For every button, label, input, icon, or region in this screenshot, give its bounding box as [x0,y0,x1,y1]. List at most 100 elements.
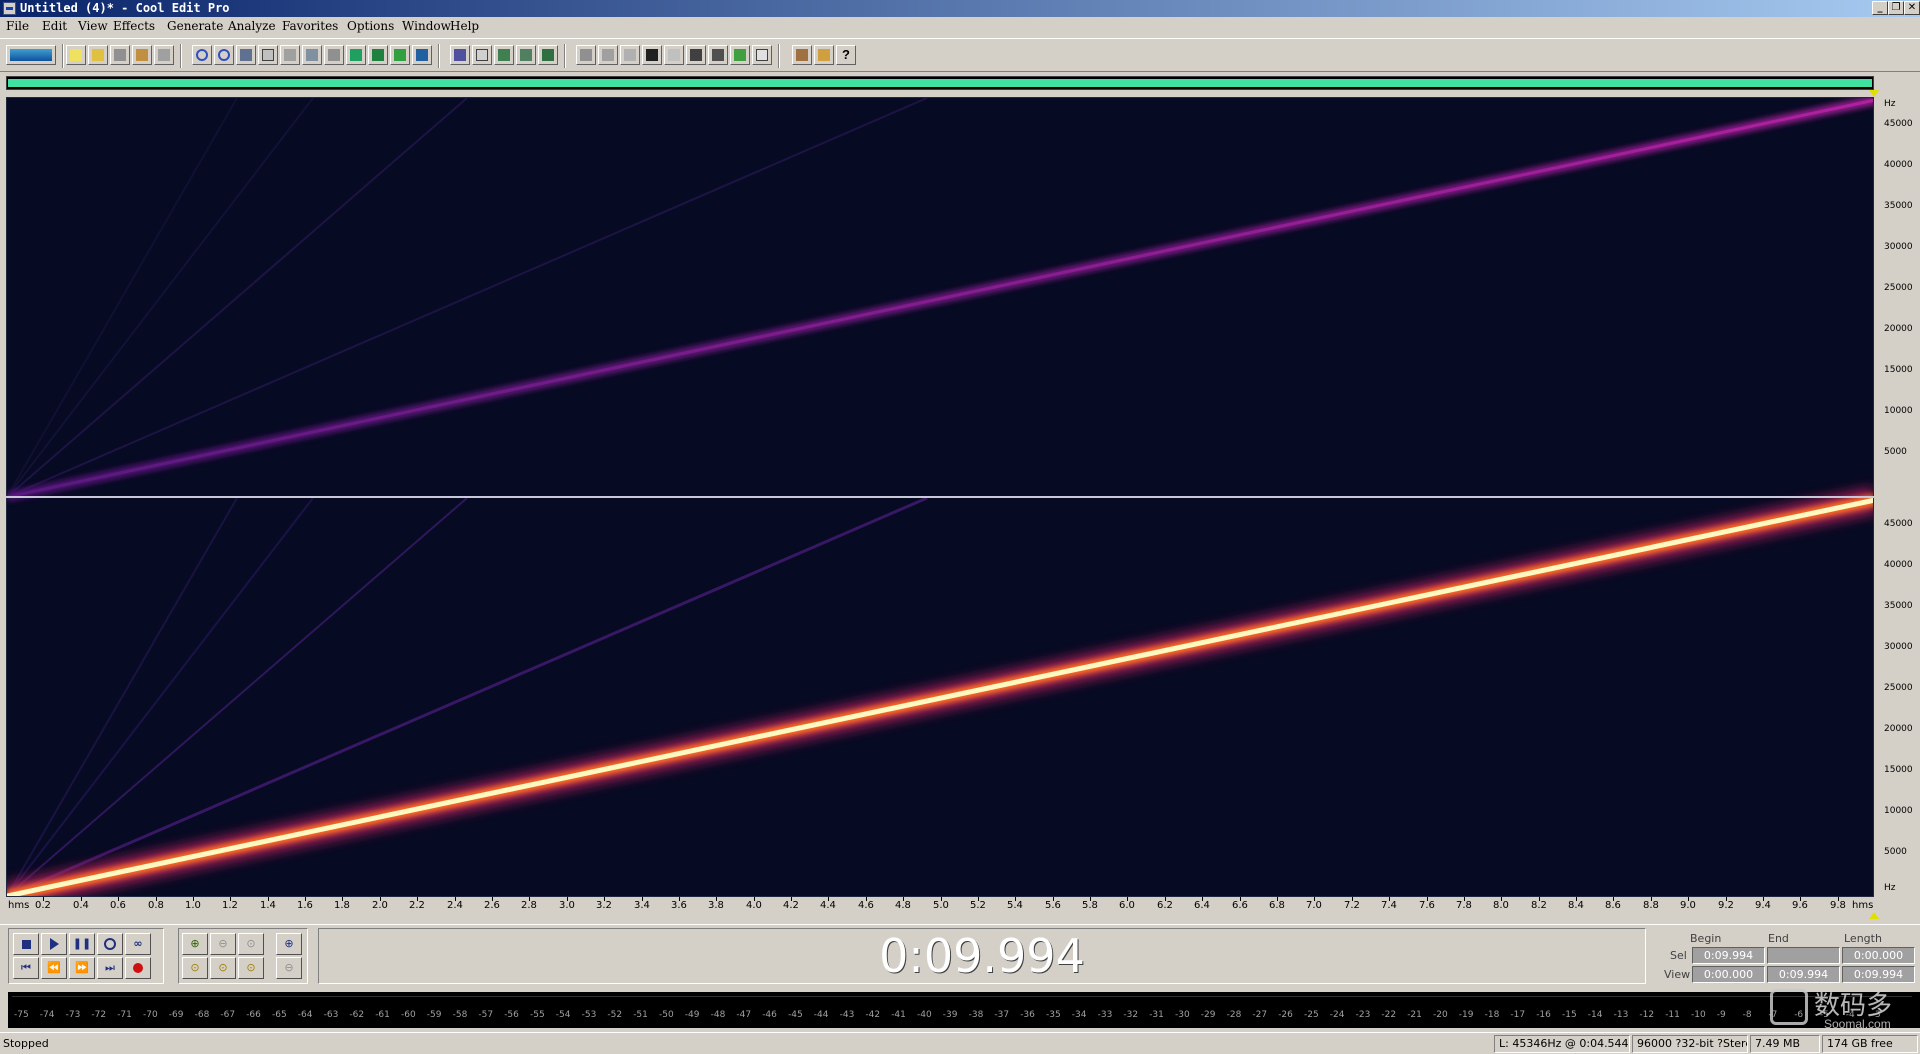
metronome-icon[interactable] [686,45,706,65]
zoom-icon[interactable] [664,45,684,65]
time-tick-label: 0.6 [110,900,126,911]
overview-range[interactable] [8,79,1872,87]
frequency-analysis-icon[interactable] [412,45,432,65]
mix-paste-icon[interactable] [346,45,366,65]
menu-help[interactable]: Help [450,17,479,36]
go-to-end-button[interactable]: ⏭ [97,957,123,979]
trim-icon[interactable] [324,45,344,65]
menu-window[interactable]: Window [402,17,451,36]
window-title: Untitled (4)* - Cool Edit Pro [20,1,230,15]
view-length-field[interactable]: 0:09.994 [1842,966,1915,983]
paste-icon[interactable] [280,45,300,65]
menu-effects[interactable]: Effects [113,17,155,36]
loop-button[interactable]: ∞ [125,933,151,955]
level-meter-bar [12,996,1912,1006]
copy-icon[interactable] [258,45,278,65]
play-to-end-button[interactable] [97,933,123,955]
zoom-full-icon[interactable]: ⊙ [238,933,264,955]
waveform-view-icon[interactable] [450,45,470,65]
time-ruler[interactable]: hms 0.2 0.4 0.6 0.8 1.0 1.2 1.4 1.6 1.8 2.0 2.2 2.4… [6,897,1874,917]
frequency-ruler: Hz 45000 40000 35000 30000 25000 20000 1… [1874,97,1920,897]
time-tick-label: 8.0 [1493,900,1509,911]
menu-file[interactable]: File [6,17,29,36]
zoom-in-vertical-icon[interactable]: ⊕ [276,933,302,955]
meter-tick-label: -48 [710,1010,726,1020]
play-list-icon[interactable] [642,45,662,65]
time-tick-label: 4.4 [820,900,836,911]
record-button[interactable] [125,957,151,979]
close-file-button[interactable] [154,45,174,65]
rewind-button[interactable]: ⏪ [41,957,67,979]
overview-bar[interactable] [6,76,1874,90]
menu-edit[interactable]: Edit [42,17,67,36]
soomal-watermark: 数码多 Soomal.com [1766,985,1916,1033]
multitrack-toggle-button[interactable] [6,45,56,65]
level-meter[interactable]: -75 -74 -73 -72 -71 -70 -69 -68 -67 -66 -65 -64 -63-… [8,992,1920,1028]
hz-unit-bottom: Hz [1884,883,1896,893]
meter-tick-label: -55 [530,1010,545,1020]
playhead-bottom-marker[interactable] [1869,912,1879,919]
convert-icon[interactable] [368,45,388,65]
sel-begin-field[interactable]: 0:09.994 [1692,947,1765,964]
wave-properties-icon[interactable] [390,45,410,65]
status-bar-icon[interactable] [752,45,772,65]
meter-tick-label: -63 [323,1010,339,1020]
hz-tick-label: 35000 [1884,601,1913,611]
menu-generate[interactable]: Generate [167,17,223,36]
menu-favorites[interactable]: Favorites [282,17,338,36]
app-icon[interactable] [3,2,16,15]
stop-button[interactable] [13,933,39,955]
pause-button[interactable]: ❚❚ [69,933,95,955]
redo-icon[interactable] [214,45,234,65]
save-button[interactable] [110,45,130,65]
cue-list-icon[interactable] [620,45,640,65]
menu-options[interactable]: Options [347,17,394,36]
envelope-icon[interactable] [472,45,492,65]
new-file-button[interactable] [66,45,86,65]
spectral-pan-icon[interactable] [516,45,536,65]
time-tick-label: 8.4 [1568,900,1584,911]
keyboard-icon[interactable] [708,45,728,65]
spectral-view-icon[interactable] [494,45,514,65]
undo-icon[interactable] [192,45,212,65]
sel-end-field[interactable] [1767,947,1840,964]
settings-icon[interactable] [792,45,812,65]
title-bar[interactable]: Untitled (4)* - Cool Edit Pro _ ❐ ✕ [0,0,1920,17]
close-button[interactable]: ✕ [1904,1,1920,15]
meter-tick-label: -34 [1071,1010,1087,1020]
menu-view[interactable]: View [78,17,108,36]
playhead-top-marker[interactable] [1869,90,1879,97]
soomal-logo-icon [1770,989,1808,1025]
hz-tick-label: 10000 [1884,406,1913,416]
spectral-phase-icon[interactable] [538,45,558,65]
go-to-start-button[interactable]: ⏮ [13,957,39,979]
view-end-field[interactable]: 0:09.994 [1767,966,1840,983]
wave-display-icon[interactable] [576,45,596,65]
menu-analyze[interactable]: Analyze [228,17,276,36]
fast-forward-button[interactable]: ⏩ [69,957,95,979]
save-all-button[interactable] [132,45,152,65]
zoom-selection-icon[interactable]: ⊙ [238,957,264,979]
help-icon[interactable]: ? [836,45,856,65]
meter-tick-label: -67 [220,1010,236,1020]
zoom-in-icon[interactable]: ⊕ [182,933,208,955]
zoom-out-icon[interactable]: ⊖ [210,933,236,955]
toolbar: ? [0,38,1920,72]
play-button[interactable] [41,933,67,955]
format-info: 96000 ?32-bit ?Stereo [1632,1035,1748,1053]
meter-tick-label: -72 [91,1010,107,1020]
zoom-left-icon[interactable]: ⊙ [182,957,208,979]
restore-button[interactable]: ❐ [1888,1,1904,15]
open-file-button[interactable] [88,45,108,65]
cd-player-icon[interactable] [598,45,618,65]
repeat-icon[interactable] [236,45,256,65]
zoom-out-vertical-icon[interactable]: ⊖ [276,957,302,979]
script-icon[interactable] [814,45,834,65]
zoom-right-icon[interactable]: ⊙ [210,957,236,979]
view-begin-field[interactable]: 0:00.000 [1692,966,1765,983]
cut-icon[interactable] [302,45,322,65]
level-meter-icon[interactable] [730,45,750,65]
minimize-button[interactable]: _ [1872,1,1888,15]
sel-length-field[interactable]: 0:00.000 [1842,947,1915,964]
meter-tick-label: -16 [1536,1010,1551,1020]
